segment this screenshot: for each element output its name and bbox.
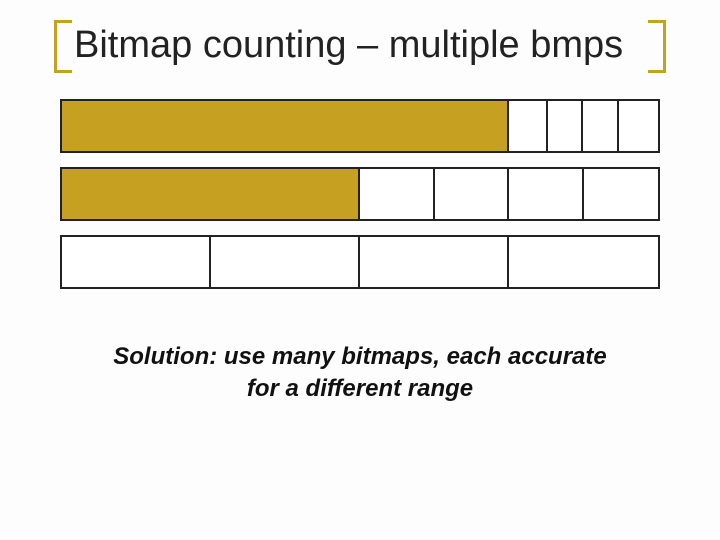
- bar-1-segment-0: [62, 169, 360, 219]
- bar-2-segment-2: [360, 237, 509, 287]
- bar-1-segment-2: [435, 169, 510, 219]
- bitmap-bars: [60, 99, 660, 289]
- bar-2-segment-3: [509, 237, 658, 287]
- bar-0-segment-3: [583, 101, 619, 151]
- bitmap-bar-2: [60, 235, 660, 289]
- bar-1-segment-3: [509, 169, 584, 219]
- bitmap-bar-0: [60, 99, 660, 153]
- bar-1-segment-4: [584, 169, 659, 219]
- solution-line-1: Solution: use many bitmaps, each accurat…: [113, 343, 606, 370]
- bar-0-segment-1: [509, 101, 548, 151]
- title-container: Bitmap counting – multiple bmps: [60, 18, 660, 71]
- solution-text: Solution: use many bitmaps, each accurat…: [60, 341, 660, 406]
- bracket-right-icon: [648, 20, 666, 73]
- bar-0-segment-4: [619, 101, 658, 151]
- bar-2-segment-1: [211, 237, 360, 287]
- bar-1-segment-1: [360, 169, 435, 219]
- bitmap-bar-1: [60, 167, 660, 221]
- page-title: Bitmap counting – multiple bmps: [74, 24, 646, 67]
- bracket-left-icon: [54, 20, 72, 73]
- slide: Bitmap counting – multiple bmps Solution…: [0, 0, 720, 540]
- bar-0-segment-2: [548, 101, 584, 151]
- solution-line-2: for a different range: [247, 375, 473, 402]
- bar-0-segment-0: [62, 101, 509, 151]
- bar-2-segment-0: [62, 237, 211, 287]
